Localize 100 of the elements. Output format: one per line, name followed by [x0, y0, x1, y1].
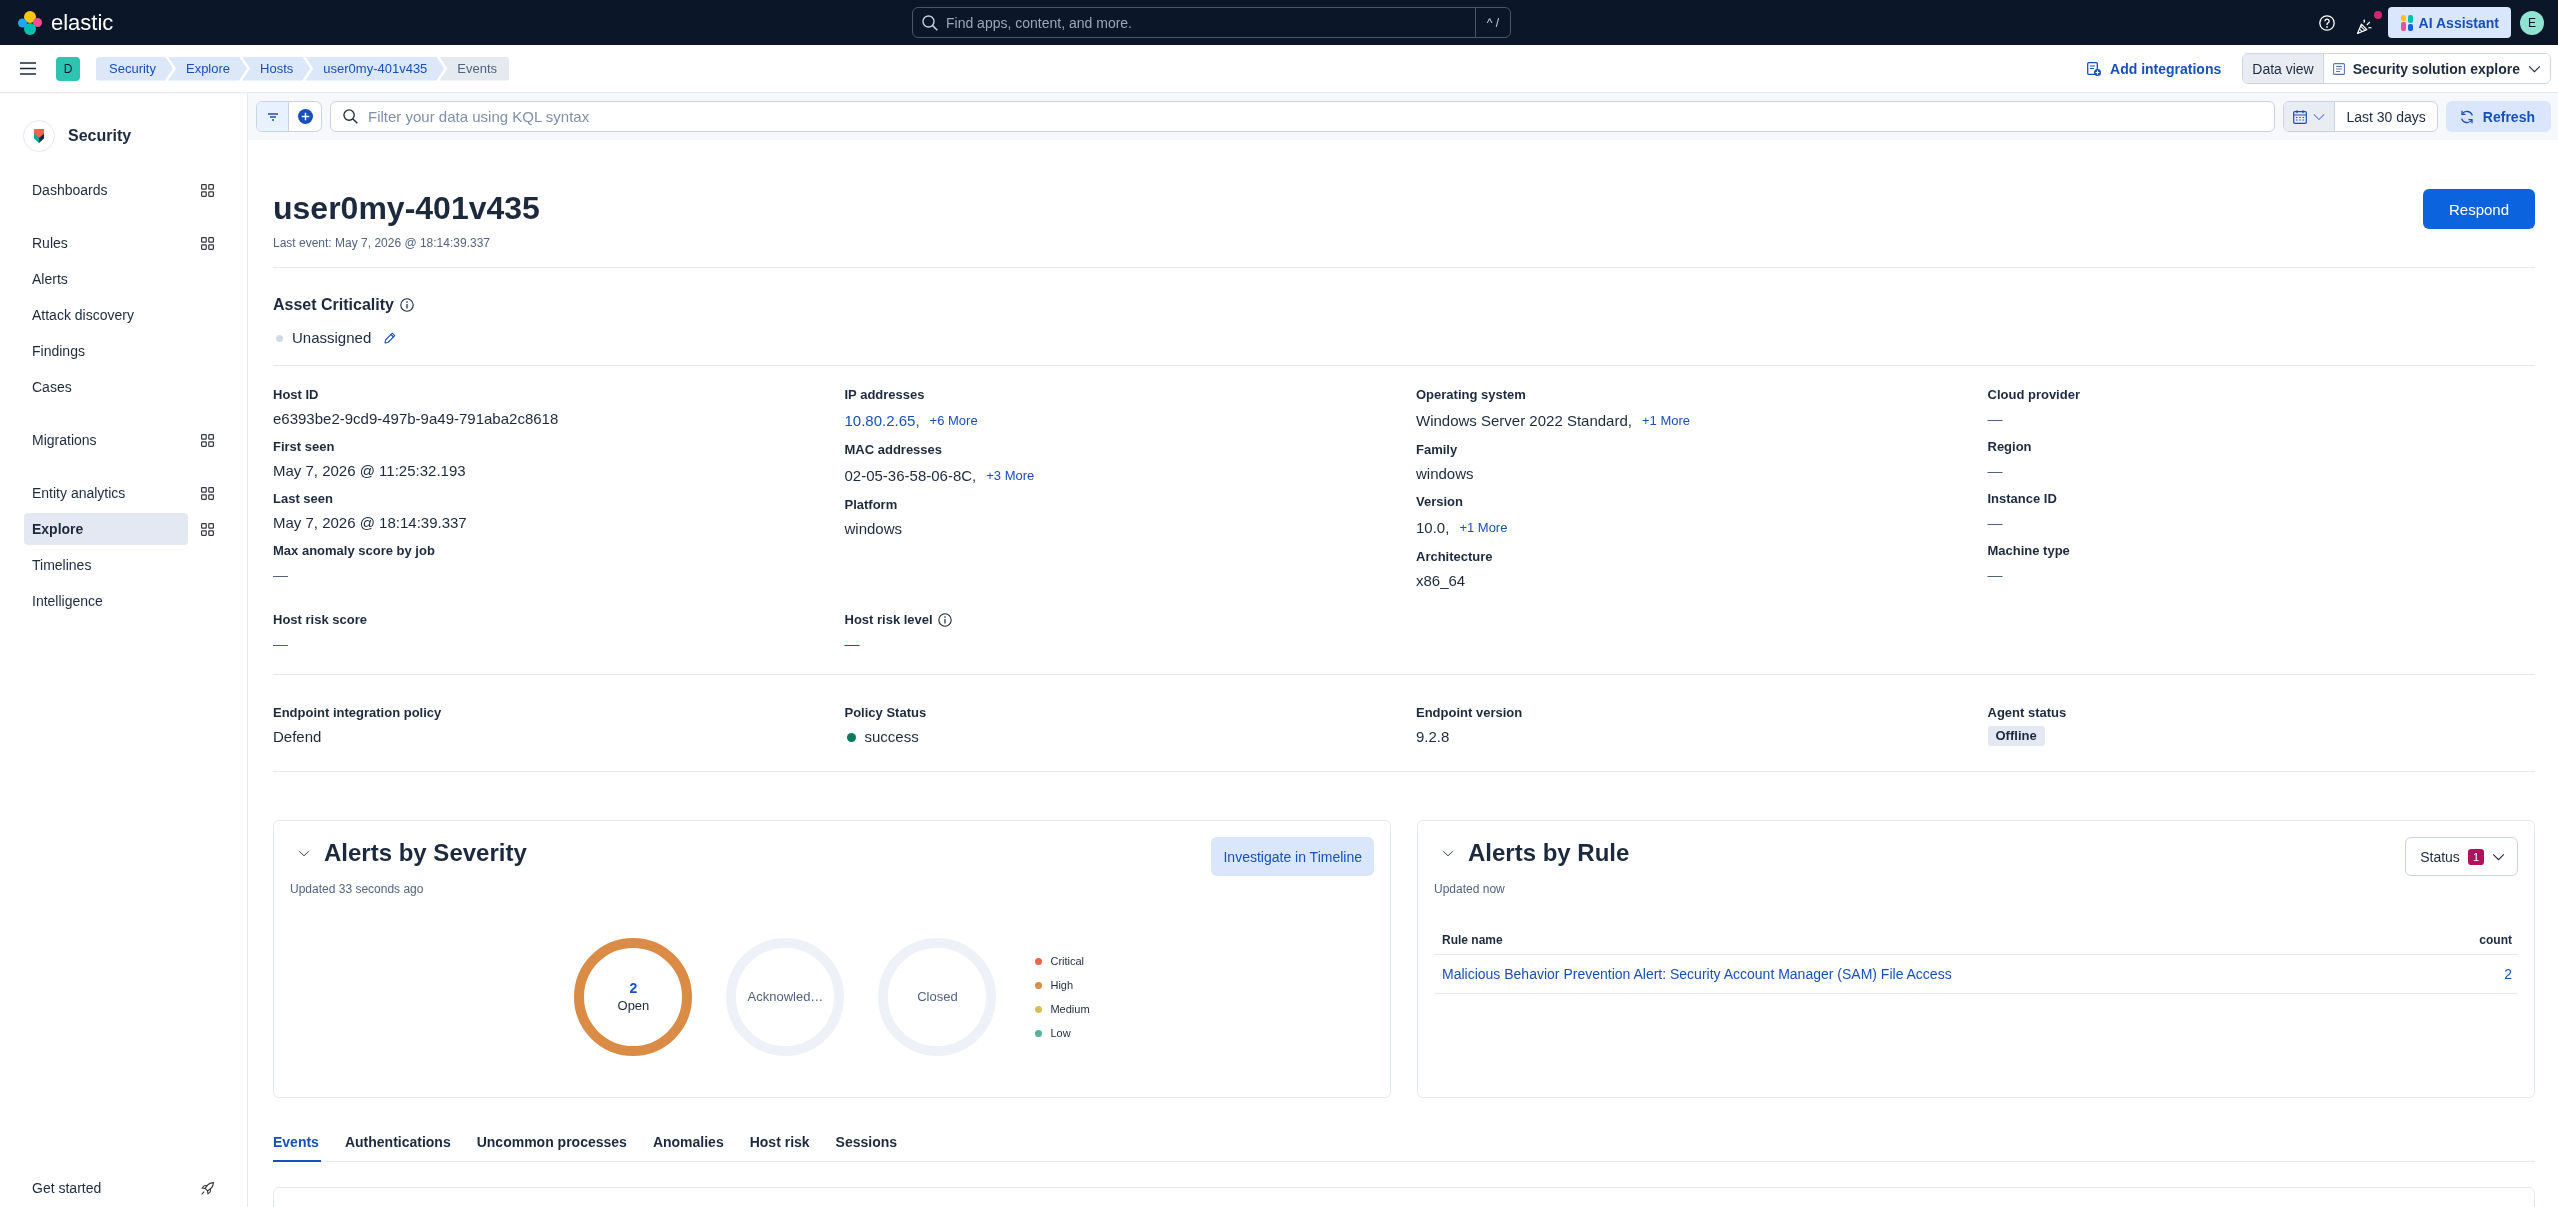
search-icon [922, 14, 938, 31]
legend-label: High [1050, 978, 1074, 993]
field-value: 02-05-36-58-06-8C, [844, 465, 977, 486]
menu-icon[interactable] [20, 62, 36, 75]
panel-title: Alerts by Severity [324, 838, 527, 868]
field-label: MAC addresses [844, 441, 943, 459]
count-link[interactable]: 2 [2504, 966, 2512, 982]
field-label: Host risk level [844, 611, 933, 629]
more-link[interactable]: +1 More [1641, 408, 1690, 433]
investigate-button[interactable]: Investigate in Timeline [1211, 837, 1374, 876]
donut-label: Open [617, 997, 650, 1015]
nav-item[interactable]: Explore [24, 513, 188, 545]
date-quick-menu-button[interactable] [2284, 102, 2336, 131]
breadcrumb[interactable]: Hosts [242, 56, 311, 81]
global-search-field[interactable]: Find apps, content, and more. ^ / [912, 7, 1511, 38]
document-plus-icon [2087, 61, 2102, 76]
rocket-icon [201, 1181, 214, 1195]
search-icon [343, 109, 358, 124]
field-label: Agent status [1987, 704, 2067, 722]
more-link[interactable]: +6 More [929, 408, 978, 433]
status-dot-icon [846, 732, 856, 742]
field-value: May 7, 2026 @ 11:25:32.193 [273, 461, 466, 481]
party-popper-icon[interactable] [2355, 17, 2373, 35]
tab[interactable]: Host risk [749, 1124, 812, 1162]
tab[interactable]: Anomalies [652, 1124, 726, 1162]
nav-item[interactable]: Migrations [24, 424, 188, 456]
column-header: count [2479, 933, 2512, 947]
chevron-down-icon[interactable] [298, 849, 310, 857]
nav-item[interactable]: Rules [24, 227, 188, 259]
field-value: — [1987, 461, 2003, 481]
nav-item[interactable]: Entity analytics [24, 477, 188, 509]
criticality-dot-icon [276, 334, 283, 342]
user-avatar[interactable]: E [2520, 10, 2544, 35]
chevron-down-icon[interactable] [1442, 849, 1454, 857]
field-label: Endpoint integration policy [273, 704, 442, 722]
more-link[interactable]: +3 More [986, 463, 1035, 488]
nav-item[interactable]: Intelligence [24, 585, 188, 617]
field-value: — [273, 634, 288, 654]
chevron-down-icon [2492, 852, 2505, 861]
grid-icon[interactable] [201, 183, 214, 197]
security-logo-icon [23, 120, 55, 152]
status-filter-button[interactable]: Status 1 [2405, 837, 2518, 876]
grid-icon[interactable] [201, 433, 214, 447]
info-icon[interactable] [937, 613, 952, 627]
respond-button[interactable]: Respond [2423, 189, 2535, 229]
info-icon[interactable] [399, 298, 414, 312]
legend-label: Low [1050, 1026, 1071, 1041]
count-badge: 1 [2467, 848, 2484, 865]
logo-text: elastic [51, 8, 114, 37]
chevron-down-icon [2313, 112, 2326, 121]
nav-item[interactable]: Alerts [24, 263, 188, 295]
refresh-icon [2459, 109, 2474, 124]
grid-icon[interactable] [201, 236, 214, 250]
field-label: Architecture [1416, 548, 1493, 566]
more-link[interactable]: +1 More [1459, 515, 1508, 540]
donut-label: Closed [917, 988, 958, 1006]
nav-item[interactable]: Timelines [24, 549, 188, 581]
field-label: Platform [844, 496, 898, 514]
grid-icon[interactable] [201, 486, 214, 500]
tab[interactable]: Sessions [835, 1124, 900, 1162]
shortcut-key: ^ / [1474, 8, 1510, 37]
tab[interactable]: Uncommon processes [476, 1124, 629, 1162]
field-label: Max anomaly score by job [273, 542, 435, 560]
tab[interactable]: Events [273, 1124, 321, 1162]
breadcrumb[interactable]: Security [96, 56, 173, 81]
refresh-button[interactable]: Refresh [2445, 101, 2551, 132]
field-link[interactable]: 10.80.2.65, [844, 409, 920, 432]
ai-assistant-button[interactable]: AI Assistant [2387, 7, 2511, 38]
updated-text: Updated 33 seconds ago [290, 881, 425, 897]
field-label: Operating system [1416, 386, 1526, 404]
field-label: Host risk score [273, 611, 367, 629]
grid-icon[interactable] [201, 522, 214, 536]
breadcrumb[interactable]: Explore [167, 56, 248, 81]
tab[interactable]: Authentications [344, 1124, 453, 1162]
plus-circle-icon[interactable] [297, 109, 313, 124]
sidebar-title: Security [68, 127, 132, 145]
search-input[interactable]: Find apps, content, and more. [946, 12, 1467, 33]
nav-item[interactable]: Attack discovery [24, 299, 188, 331]
space-avatar[interactable]: D [56, 56, 80, 81]
add-integrations-button[interactable]: Add integrations [2087, 60, 2222, 77]
rule-name-link[interactable]: Malicious Behavior Prevention Alert: Security Account Manager (SAM) File Access [1442, 966, 1952, 982]
nav-item[interactable]: Dashboards [24, 174, 188, 206]
field-label: Machine type [1987, 542, 2070, 560]
filter-menu-button[interactable] [257, 102, 289, 131]
field-link[interactable]: — [844, 633, 860, 655]
donut-ring[interactable] [574, 938, 693, 1056]
query-input[interactable]: Filter your data using KQL syntax [368, 106, 2275, 127]
nav-item[interactable]: Cases [24, 371, 188, 403]
nav-item[interactable]: Findings [24, 335, 188, 367]
help-icon[interactable] [2318, 14, 2335, 31]
donut-label: Acknowled… [747, 988, 824, 1006]
field-label: Host ID [273, 386, 319, 404]
field-value: — [1987, 513, 2003, 533]
logo-icon[interactable] [17, 9, 43, 36]
nav-item[interactable]: Get started [24, 1172, 188, 1204]
pencil-icon[interactable] [384, 332, 397, 344]
field-label: Last seen [273, 490, 333, 508]
query-field[interactable]: Filter your data using KQL syntax [330, 101, 2276, 132]
breadcrumb[interactable]: Events [439, 56, 510, 81]
breadcrumb[interactable]: user0my-401v435 [305, 56, 445, 81]
